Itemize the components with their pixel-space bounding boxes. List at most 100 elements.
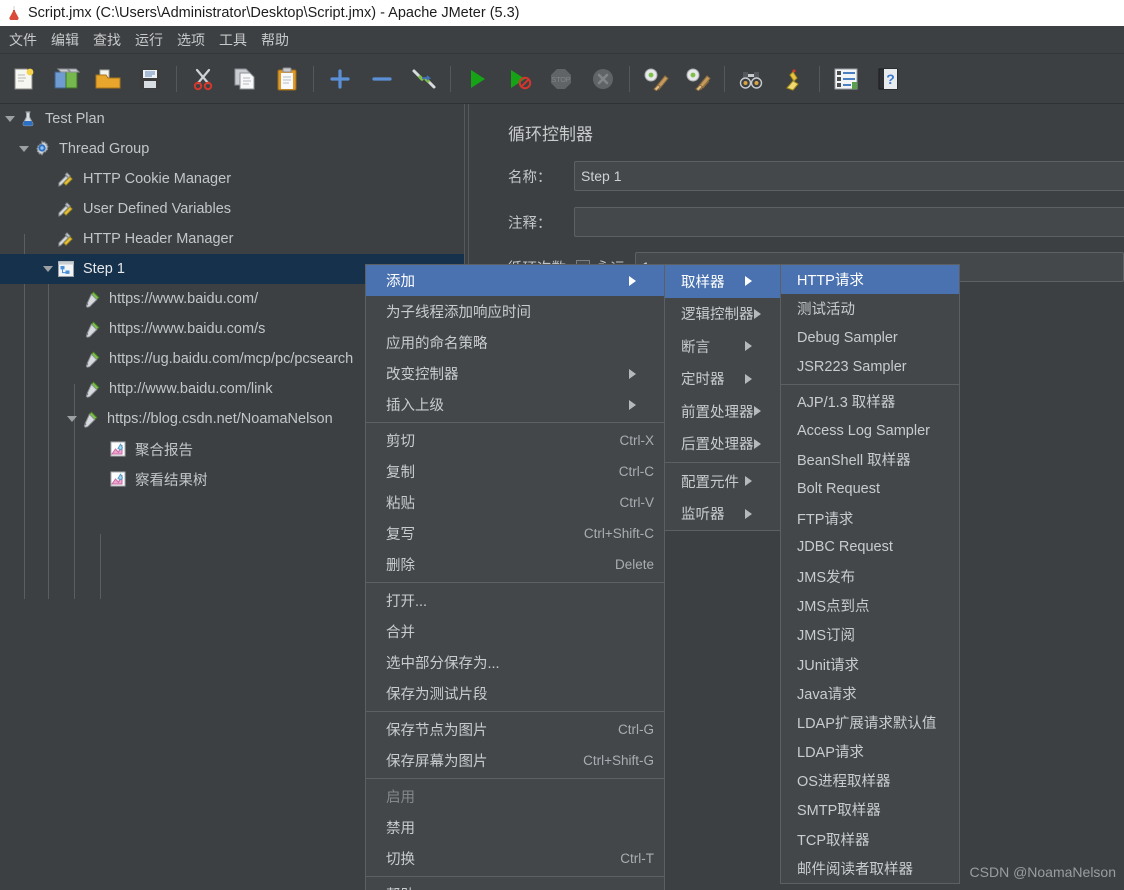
context-menu[interactable]: 添加 为子线程添加响应时间 应用的命名策略 改变控制器 插入上级 剪切 Ctrl… bbox=[365, 264, 665, 890]
sampler-item-mail-reader-sampler[interactable]: 邮件阅读者取样器 bbox=[781, 854, 959, 883]
menu-item-accelerator: Ctrl-V bbox=[619, 495, 655, 510]
menu-item-toggle[interactable]: 切换 Ctrl-T bbox=[366, 843, 664, 874]
tree-node-test-plan[interactable]: Test Plan bbox=[0, 104, 464, 134]
sampler-item-ftp-request[interactable]: FTP请求 bbox=[781, 504, 959, 533]
chevron-down-icon[interactable] bbox=[16, 141, 32, 157]
tree-node-label: 察看结果树 bbox=[135, 472, 208, 489]
sampler-item-jms-subscriber[interactable]: JMS订阅 bbox=[781, 620, 959, 649]
templates-icon[interactable] bbox=[45, 59, 87, 99]
menu-item-change-controller[interactable]: 改变控制器 bbox=[366, 358, 664, 389]
tree-node-user-defined-variables[interactable]: User Defined Variables bbox=[0, 194, 464, 224]
save-floppy-icon[interactable] bbox=[129, 59, 171, 99]
submenu-item-sampler[interactable]: 取样器 bbox=[665, 265, 780, 298]
sampler-item-java-request[interactable]: Java请求 bbox=[781, 679, 959, 708]
menu-file[interactable]: 文件 bbox=[2, 27, 44, 53]
clear-all-icon[interactable] bbox=[677, 59, 719, 99]
submenu-item-timer[interactable]: 定时器 bbox=[665, 363, 780, 396]
open-folder-icon[interactable] bbox=[87, 59, 129, 99]
tree-node-http-cookie-manager[interactable]: HTTP Cookie Manager bbox=[0, 164, 464, 194]
menu-item-copy[interactable]: 复制 Ctrl-C bbox=[366, 456, 664, 487]
sampler-submenu[interactable]: HTTP请求 测试活动 Debug Sampler JSR223 Sampler… bbox=[780, 264, 960, 884]
sampler-item-test-action[interactable]: 测试活动 bbox=[781, 294, 959, 323]
comment-input[interactable] bbox=[574, 207, 1124, 237]
sampler-item-beanshell-sampler[interactable]: BeanShell 取样器 bbox=[781, 445, 959, 474]
search-binoculars-icon[interactable] bbox=[730, 59, 772, 99]
menu-item-paste[interactable]: 粘贴 Ctrl-V bbox=[366, 487, 664, 518]
tree-node-http-header-manager[interactable]: HTTP Header Manager bbox=[0, 224, 464, 254]
menu-item-label: JMS订阅 bbox=[797, 628, 855, 645]
menu-item-cut[interactable]: 剪切 Ctrl-X bbox=[366, 425, 664, 456]
paste-clipboard-icon[interactable] bbox=[266, 59, 308, 99]
clear-icon[interactable] bbox=[635, 59, 677, 99]
collapse-minus-icon[interactable] bbox=[361, 59, 403, 99]
start-no-timers-icon[interactable] bbox=[498, 59, 540, 99]
menu-item-save-as-test-fragment[interactable]: 保存为测试片段 bbox=[366, 678, 664, 709]
sampler-item-os-process-sampler[interactable]: OS进程取样器 bbox=[781, 766, 959, 795]
sampler-item-jms-publisher[interactable]: JMS发布 bbox=[781, 562, 959, 591]
sampler-item-jsr223-sampler[interactable]: JSR223 Sampler bbox=[781, 353, 959, 382]
menu-item-label: LDAP请求 bbox=[797, 745, 864, 762]
submenu-item-config-element[interactable]: 配置元件 bbox=[665, 465, 780, 498]
menu-item-save-node-as-image[interactable]: 保存节点为图片 Ctrl-G bbox=[366, 714, 664, 745]
tree-node-label: https://www.baidu.com/s bbox=[109, 321, 266, 337]
expand-plus-icon[interactable] bbox=[319, 59, 361, 99]
cut-scissors-icon[interactable] bbox=[182, 59, 224, 99]
sampler-item-ldap-request[interactable]: LDAP请求 bbox=[781, 737, 959, 766]
menu-run[interactable]: 运行 bbox=[128, 27, 170, 53]
sampler-item-jdbc-request[interactable]: JDBC Request bbox=[781, 533, 959, 562]
tree-node-label: User Defined Variables bbox=[83, 201, 232, 217]
menu-item-open[interactable]: 打开... bbox=[366, 585, 664, 616]
chevron-right-icon bbox=[745, 373, 770, 384]
menu-item-duplicate[interactable]: 复写 Ctrl+Shift-C bbox=[366, 518, 664, 549]
menu-help[interactable]: 帮助 bbox=[254, 27, 296, 53]
menu-item-remove[interactable]: 删除 Delete bbox=[366, 549, 664, 580]
menu-item-label: 逻辑控制器 bbox=[681, 307, 754, 324]
add-submenu[interactable]: 取样器 逻辑控制器 断言 定时器 前置处理器 后置处理器 配置元件 监听器 bbox=[664, 264, 781, 531]
copy-icon[interactable] bbox=[224, 59, 266, 99]
menu-item-add-think-times[interactable]: 为子线程添加响应时间 bbox=[366, 296, 664, 327]
menu-item-label: 为子线程添加响应时间 bbox=[386, 305, 531, 321]
menu-item-label: 邮件阅读者取样器 bbox=[797, 861, 913, 878]
menu-item-disable[interactable]: 禁用 bbox=[366, 812, 664, 843]
function-helper-icon[interactable] bbox=[825, 59, 867, 99]
toolbar-separator bbox=[450, 66, 451, 92]
reset-search-broom-icon[interactable] bbox=[772, 59, 814, 99]
http-sampler-icon bbox=[82, 379, 102, 399]
sampler-item-smtp-sampler[interactable]: SMTP取样器 bbox=[781, 795, 959, 824]
chevron-down-icon[interactable] bbox=[40, 261, 56, 277]
sampler-item-ldap-extended-request-defaults[interactable]: LDAP扩展请求默认值 bbox=[781, 708, 959, 737]
submenu-item-logic-controller[interactable]: 逻辑控制器 bbox=[665, 298, 780, 331]
menu-item-insert-parent[interactable]: 插入上级 bbox=[366, 389, 664, 420]
sampler-item-tcp-sampler[interactable]: TCP取样器 bbox=[781, 825, 959, 854]
name-input[interactable]: Step 1 bbox=[574, 161, 1124, 191]
sampler-item-junit-request[interactable]: JUnit请求 bbox=[781, 649, 959, 678]
toggle-pencil-icon[interactable] bbox=[403, 59, 445, 99]
new-document-icon[interactable] bbox=[3, 59, 45, 99]
tree-node-thread-group[interactable]: Thread Group bbox=[0, 134, 464, 164]
menu-options[interactable]: 选项 bbox=[170, 27, 212, 53]
menu-item-help[interactable]: 帮助 bbox=[366, 879, 664, 890]
menu-edit[interactable]: 编辑 bbox=[44, 27, 86, 53]
sampler-item-http-request[interactable]: HTTP请求 bbox=[781, 265, 959, 295]
toolbar: STOP ? bbox=[0, 55, 1124, 104]
sampler-item-debug-sampler[interactable]: Debug Sampler bbox=[781, 323, 959, 352]
sampler-item-bolt-request[interactable]: Bolt Request bbox=[781, 474, 959, 503]
submenu-item-listener[interactable]: 监听器 bbox=[665, 498, 780, 531]
menu-item-apply-naming-policy[interactable]: 应用的命名策略 bbox=[366, 327, 664, 358]
menu-tools[interactable]: 工具 bbox=[212, 27, 254, 53]
submenu-item-post-processor[interactable]: 后置处理器 bbox=[665, 428, 780, 461]
menu-item-merge[interactable]: 合并 bbox=[366, 616, 664, 647]
menu-item-save-selection-as[interactable]: 选中部分保存为... bbox=[366, 647, 664, 678]
sampler-item-ajp-sampler[interactable]: AJP/1.3 取样器 bbox=[781, 387, 959, 416]
submenu-item-assertion[interactable]: 断言 bbox=[665, 330, 780, 363]
chevron-down-icon[interactable] bbox=[64, 411, 80, 427]
menu-search[interactable]: 查找 bbox=[86, 27, 128, 53]
menu-item-save-screen-as-image[interactable]: 保存屏幕为图片 Ctrl+Shift-G bbox=[366, 745, 664, 776]
submenu-item-pre-processor[interactable]: 前置处理器 bbox=[665, 395, 780, 428]
chevron-down-icon[interactable] bbox=[2, 111, 18, 127]
help-book-icon[interactable]: ? bbox=[867, 59, 909, 99]
start-play-icon[interactable] bbox=[456, 59, 498, 99]
menu-item-add[interactable]: 添加 bbox=[366, 265, 664, 296]
sampler-item-access-log-sampler[interactable]: Access Log Sampler bbox=[781, 416, 959, 445]
sampler-item-jms-point-to-point[interactable]: JMS点到点 bbox=[781, 591, 959, 620]
